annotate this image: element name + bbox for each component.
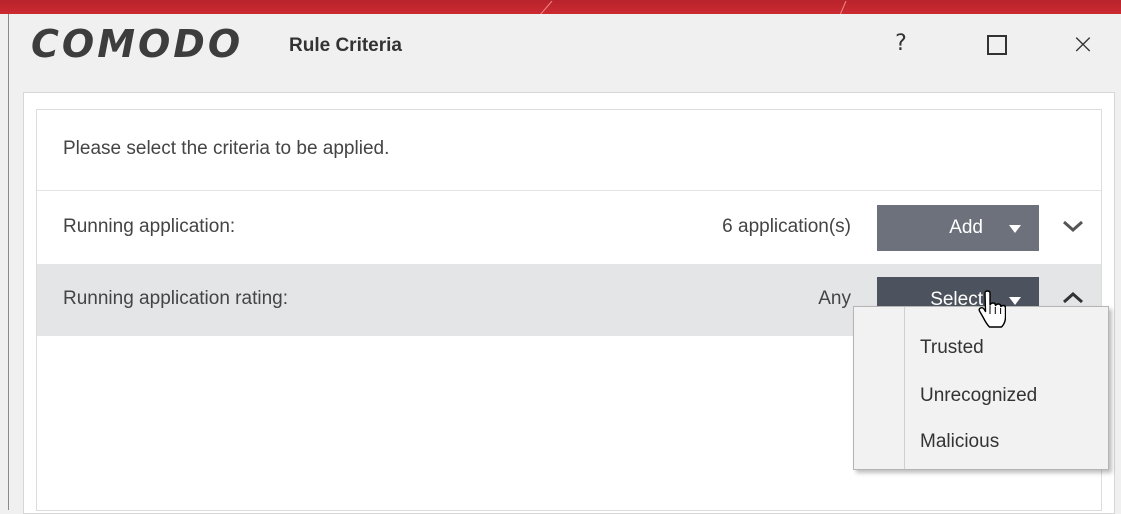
instruction-text: Please select the criteria to be applied… <box>63 138 390 159</box>
close-icon: × <box>1071 27 1095 60</box>
top-bar-decoration <box>540 0 847 14</box>
criteria-label: Running application: <box>63 216 236 237</box>
add-button[interactable]: Add <box>877 205 1039 251</box>
rating-dropdown-menu: Trusted Unrecognized Malicious <box>853 306 1109 470</box>
add-button-label: Add <box>949 217 983 238</box>
help-button[interactable]: ? <box>881 24 921 64</box>
menu-item-malicious[interactable]: Malicious <box>920 431 999 453</box>
criteria-row-running-application[interactable]: Running application: 6 application(s) Ad… <box>37 192 1101 264</box>
criteria-value: 6 application(s) <box>722 216 851 237</box>
chevron-down-icon[interactable] <box>1061 214 1085 238</box>
close-button[interactable]: × <box>1063 24 1103 64</box>
menu-item-trusted[interactable]: Trusted <box>920 337 984 359</box>
question-icon: ? <box>895 31 907 56</box>
caret-down-icon <box>1009 225 1021 233</box>
menu-gutter <box>854 307 905 469</box>
dialog-title: Rule Criteria <box>289 35 402 56</box>
maximize-button[interactable] <box>977 24 1017 64</box>
comodo-logo: COMODO <box>31 22 244 66</box>
menu-item-unrecognized[interactable]: Unrecognized <box>920 385 1037 407</box>
maximize-icon <box>987 34 1007 55</box>
instruction-row: Please select the criteria to be applied… <box>37 110 1101 191</box>
title-bar: COMODO Rule Criteria ? × <box>9 14 1121 88</box>
brand-top-bar <box>0 0 1121 14</box>
criteria-label: Running application rating: <box>63 288 288 309</box>
hand-pointer-icon <box>978 290 1006 328</box>
criteria-value: Any <box>818 288 851 309</box>
caret-down-icon <box>1009 297 1021 305</box>
